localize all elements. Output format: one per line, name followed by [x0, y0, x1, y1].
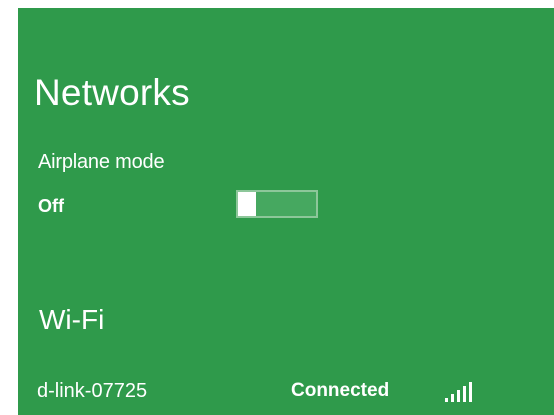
airplane-mode-state: Off [38, 196, 64, 216]
networks-panel: Networks Airplane mode Off Wi-Fi d-link-… [18, 8, 554, 415]
airplane-mode-toggle[interactable] [236, 190, 318, 218]
wifi-heading: Wi-Fi [39, 304, 105, 335]
signal-strength-icon [445, 382, 472, 402]
page-title: Networks [34, 72, 190, 113]
airplane-mode-label: Airplane mode [38, 151, 165, 173]
network-status: Connected [291, 380, 390, 401]
network-item[interactable]: d-link-07725 Connected [18, 370, 554, 410]
toggle-thumb[interactable] [238, 192, 256, 216]
network-name: d-link-07725 [37, 380, 148, 402]
